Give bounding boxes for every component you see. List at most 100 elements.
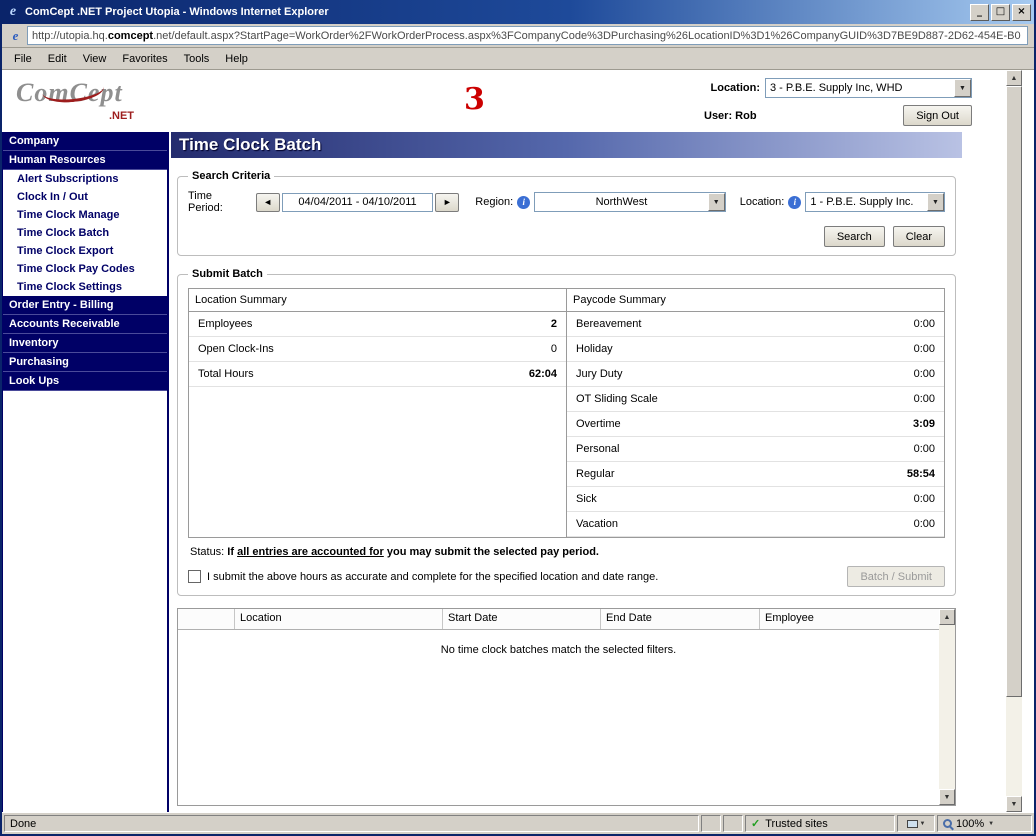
region-label: Region: xyxy=(475,196,513,208)
search-button[interactable]: Search xyxy=(824,226,885,247)
search-location-value: 1 - P.B.E. Supply Inc. xyxy=(806,196,927,208)
menu-favorites[interactable]: Favorites xyxy=(114,50,175,68)
grid-scrollbar[interactable]: ▲ ▼ xyxy=(939,609,955,805)
url-input[interactable]: http://utopia.hq.comcept.net/default.asp… xyxy=(27,26,1028,45)
scroll-thumb[interactable] xyxy=(1006,86,1022,697)
browser-window: e ComCept .NET Project Utopia - Windows … xyxy=(0,0,1036,836)
menu-tools[interactable]: Tools xyxy=(176,50,218,68)
sidebar-item-time-clock-export[interactable]: Time Clock Export xyxy=(3,242,167,260)
summary-row: Employees 2 xyxy=(189,312,566,337)
chevron-down-icon: ▼ xyxy=(988,821,994,827)
certify-checkbox[interactable] xyxy=(188,570,201,583)
paycode-summary-header: Paycode Summary xyxy=(567,289,944,312)
chevron-down-icon[interactable]: ▼ xyxy=(954,79,971,97)
page-icon: e xyxy=(8,28,23,43)
chevron-down-icon[interactable]: ▼ xyxy=(708,193,725,211)
grid-header-location[interactable]: Location xyxy=(235,609,443,629)
url-suffix: .net/default.aspx?StartPage=WorkOrder%2F… xyxy=(153,30,1021,42)
search-criteria-fieldset: Search Criteria Time Period: ◄ 04/04/201… xyxy=(177,170,956,256)
sidebar-nav: Company Human Resources Alert Subscripti… xyxy=(2,132,169,812)
header-location-select[interactable]: 3 - P.B.E. Supply Inc, WHD ▼ xyxy=(765,78,972,98)
region-value: NorthWest xyxy=(535,196,708,208)
row-value: 2 xyxy=(551,318,557,330)
row-value: 0:00 xyxy=(914,343,935,355)
row-label: Vacation xyxy=(576,518,914,530)
location-summary-column: Location Summary Employees 2 Open Clock-… xyxy=(189,289,567,537)
sidebar-item-purchasing[interactable]: Purchasing xyxy=(3,353,167,372)
row-value: 0:00 xyxy=(914,443,935,455)
row-label: Jury Duty xyxy=(576,368,914,380)
region-select[interactable]: NorthWest ▼ xyxy=(534,192,726,212)
header-location-value: 3 - P.B.E. Supply Inc, WHD xyxy=(766,82,954,94)
grid-empty-message: No time clock batches match the selected… xyxy=(178,630,939,805)
next-period-button[interactable]: ► xyxy=(435,193,459,212)
sidebar-item-clock-in-out[interactable]: Clock In / Out xyxy=(3,188,167,206)
grid-header-blank xyxy=(178,609,235,629)
sidebar-item-time-clock-pay-codes[interactable]: Time Clock Pay Codes xyxy=(3,260,167,278)
sign-out-button[interactable]: Sign Out xyxy=(903,105,972,126)
sidebar-item-time-clock-batch[interactable]: Time Clock Batch xyxy=(3,224,167,242)
maximize-button[interactable]: □ xyxy=(991,4,1010,21)
batch-submit-button[interactable]: Batch / Submit xyxy=(847,566,945,587)
sidebar-item-accounts-receivable[interactable]: Accounts Receivable xyxy=(3,315,167,334)
summary-table: Location Summary Employees 2 Open Clock-… xyxy=(188,288,945,538)
zoom-level: 100% xyxy=(956,818,984,830)
row-value: 0:00 xyxy=(914,318,935,330)
prev-period-button[interactable]: ◄ xyxy=(256,193,280,212)
main-area: Time Clock Batch Search Criteria Time Pe… xyxy=(169,132,1006,812)
certify-label: I submit the above hours as accurate and… xyxy=(207,571,658,583)
location-info-icon[interactable]: i xyxy=(788,196,801,209)
search-criteria-legend: Search Criteria xyxy=(188,170,274,182)
row-label: Sick xyxy=(576,493,914,505)
sidebar-item-inventory[interactable]: Inventory xyxy=(3,334,167,353)
menu-file[interactable]: File xyxy=(6,50,40,68)
menu-help[interactable]: Help xyxy=(217,50,256,68)
sidebar-item-look-ups[interactable]: Look Ups xyxy=(3,372,167,391)
row-value: 0:00 xyxy=(914,368,935,380)
sidebar-item-human-resources[interactable]: Human Resources xyxy=(3,151,167,170)
status-label: Status: xyxy=(190,546,227,558)
clear-button[interactable]: Clear xyxy=(893,226,945,247)
row-value: 62:04 xyxy=(529,368,557,380)
status-line: Status: If all entries are accounted for… xyxy=(190,546,943,558)
user-text: User: Rob xyxy=(704,110,757,122)
search-location-select[interactable]: 1 - P.B.E. Supply Inc. ▼ xyxy=(805,192,945,212)
grid-header-start-date[interactable]: Start Date xyxy=(443,609,601,629)
page-scroll-track[interactable] xyxy=(1006,86,1022,796)
page-viewport: ComCept .NET 3 Location: 3 - P.B.E. Supp… xyxy=(2,70,1034,812)
menu-edit[interactable]: Edit xyxy=(40,50,75,68)
sidebar-item-time-clock-settings[interactable]: Time Clock Settings xyxy=(3,278,167,296)
sidebar-item-alert-subscriptions[interactable]: Alert Subscriptions xyxy=(3,170,167,188)
sidebar-item-time-clock-manage[interactable]: Time Clock Manage xyxy=(3,206,167,224)
menu-view[interactable]: View xyxy=(75,50,115,68)
chevron-down-icon[interactable]: ▼ xyxy=(927,193,944,211)
region-info-icon[interactable]: i xyxy=(517,196,530,209)
window-title: ComCept .NET Project Utopia - Windows In… xyxy=(25,6,968,18)
grid-header-end-date[interactable]: End Date xyxy=(601,609,760,629)
row-value: 58:54 xyxy=(907,468,935,480)
statusbar-mode-pane[interactable]: ▼ xyxy=(897,815,935,832)
scroll-down-icon[interactable]: ▼ xyxy=(939,789,955,805)
close-button[interactable]: × xyxy=(1012,4,1031,21)
submit-batch-legend: Submit Batch xyxy=(188,268,267,280)
minimize-button[interactable]: _ xyxy=(970,4,989,21)
page-scrollbar[interactable]: ▲ ▼ xyxy=(1006,70,1022,812)
summary-row: Personal 0:00 xyxy=(567,437,944,462)
summary-row: Regular 58:54 xyxy=(567,462,944,487)
sidebar-item-company[interactable]: Company xyxy=(3,132,167,151)
row-value: 0:00 xyxy=(914,518,935,530)
row-label: Holiday xyxy=(576,343,914,355)
scroll-down-icon[interactable]: ▼ xyxy=(1006,796,1022,812)
row-value: 0 xyxy=(551,343,557,355)
statusbar-zoom[interactable]: 100% ▼ xyxy=(937,815,1032,832)
statusbar-pane xyxy=(701,815,721,832)
scroll-up-icon[interactable]: ▲ xyxy=(939,609,955,625)
scroll-up-icon[interactable]: ▲ xyxy=(1006,70,1022,86)
search-location-label: Location: xyxy=(740,196,785,208)
time-period-input[interactable]: 04/04/2011 - 04/10/2011 xyxy=(282,193,434,212)
grid-header-employee[interactable]: Employee xyxy=(760,609,939,629)
sidebar-item-order-entry-billing[interactable]: Order Entry - Billing xyxy=(3,296,167,315)
page-title: Time Clock Batch xyxy=(171,132,962,158)
paycode-summary-column: Paycode Summary Bereavement 0:00 Holiday… xyxy=(567,289,944,537)
grid-scroll-track[interactable] xyxy=(939,625,955,789)
